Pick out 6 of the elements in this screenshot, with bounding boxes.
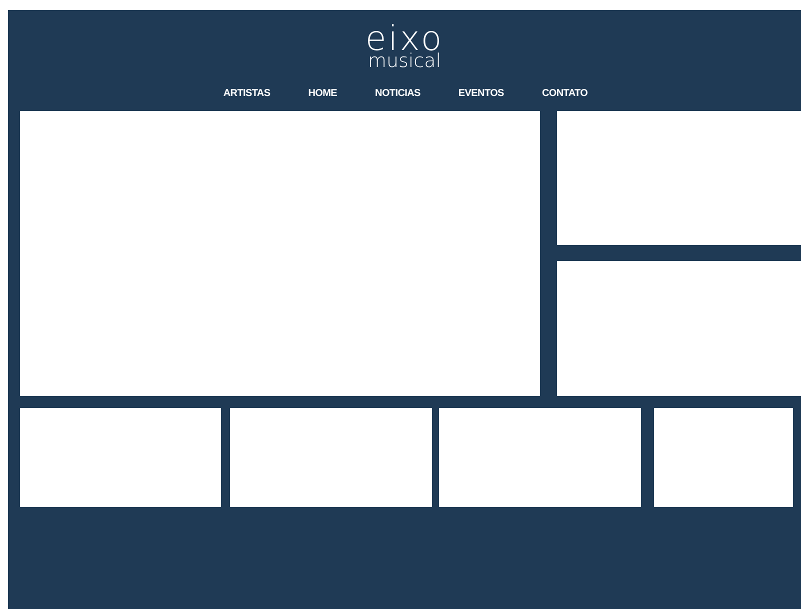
nav-link[interactable]: ARTISTAS [223,86,270,101]
nav-link[interactable]: EVENTOS [458,86,504,101]
logo[interactable]: eixo musical [365,24,444,70]
nav-link[interactable]: HOME [308,86,338,101]
nav-link[interactable]: NOTICIAS [375,86,420,101]
nav-link[interactable]: CONTATO [542,86,588,101]
